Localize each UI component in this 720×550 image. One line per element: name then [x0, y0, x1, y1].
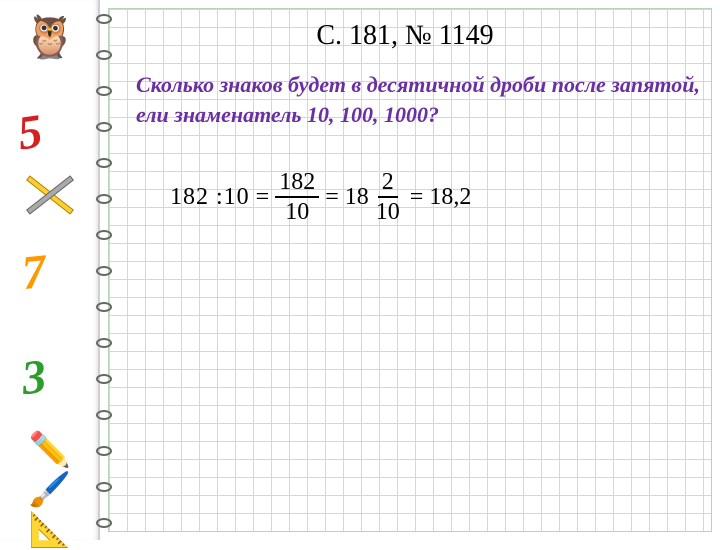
fraction-numerator: 2	[378, 170, 398, 198]
fraction-182-over-10: 182 10	[275, 170, 319, 224]
equals-2: =	[325, 184, 339, 211]
question-text: Сколько знаков будет в десятичной дроби …	[136, 70, 700, 129]
equation-result: 18,2	[429, 184, 471, 211]
decorative-number-3: 3	[19, 349, 49, 406]
stationery-icon: ✏️🖌️📐	[14, 430, 86, 550]
ruler-pencil-icon	[20, 170, 80, 225]
fraction-denominator: 10	[372, 198, 404, 224]
decorative-left-column: 🦉 5 7 3 ✏️🖌️📐	[0, 0, 100, 540]
equation-lhs: 182 :10	[170, 184, 250, 211]
page-title: С. 181, № 1149	[0, 20, 720, 52]
spiral-binding	[96, 10, 112, 530]
decorative-number-5: 5	[14, 104, 45, 162]
mixed-whole: 18	[345, 184, 369, 211]
equation-line: 182 :10 = 182 10 = 18 2 10 = 18,2	[170, 170, 471, 224]
fraction-2-over-10: 2 10	[372, 170, 404, 224]
fraction-denominator: 10	[281, 198, 313, 224]
mixed-number: 18 2 10	[345, 170, 404, 224]
fraction-numerator: 182	[275, 170, 319, 198]
decorative-number-7: 7	[19, 244, 49, 301]
equals-3: =	[410, 184, 424, 211]
equals-1: =	[256, 184, 270, 211]
